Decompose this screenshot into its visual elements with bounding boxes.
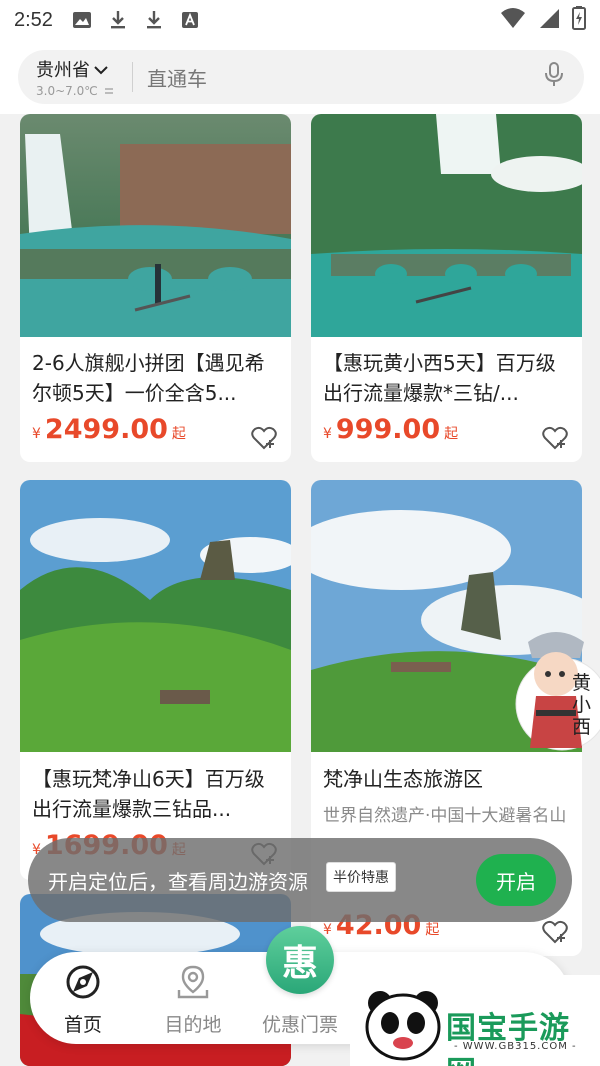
watermark-logo: 国宝手游网 - WWW.GB315.COM - <box>350 975 600 1066</box>
status-bar: 2:52 <box>0 0 600 40</box>
product-card[interactable]: 【惠玩梵净山6天】百万级出行流量爆款三钻品... ¥ 1699.00 起 <box>20 480 291 880</box>
nav-discount-tickets[interactable]: 优惠门票 <box>255 1010 345 1037</box>
card-image-waterfall-bridge <box>311 114 582 337</box>
card-title: 2-6人旗舰小拼团【遇见希尔顿5天】一价全含5... <box>32 351 265 405</box>
divider <box>132 62 133 92</box>
app-notification-icon <box>179 9 201 31</box>
card-title: 梵净山生态旅游区 <box>323 767 483 791</box>
watermark-text: 国宝手游网 <box>446 1011 570 1066</box>
hui-badge-icon[interactable]: 惠 <box>266 926 334 994</box>
signal-icon <box>538 7 560 33</box>
product-card[interactable]: 2-6人旗舰小拼团【遇见希尔顿5天】一价全含5... ¥ 2499.00 起 <box>20 114 291 462</box>
toast-message: 开启定位后，查看周边游资源 <box>48 869 308 894</box>
nav-home[interactable]: 首页 <box>38 964 128 1037</box>
card-image-mountain-peak <box>20 480 291 752</box>
temperature: 3.0~7.0℃ <box>36 84 98 98</box>
image-icon <box>71 9 93 31</box>
compass-icon <box>66 965 100 999</box>
battery-charging-icon <box>572 6 586 34</box>
product-card[interactable]: 【惠玩黄小西5天】百万级出行流量爆款*三钻/... ¥ 999.00 起 <box>311 114 582 462</box>
card-price: ¥ 999.00 起 <box>323 414 459 445</box>
card-price: ¥ 2499.00 起 <box>32 414 186 445</box>
nav-label: 首页 <box>63 1014 102 1036</box>
download-icon <box>107 9 129 31</box>
search-bar[interactable]: 贵州省 3.0~7.0℃ 直通车 <box>18 50 584 104</box>
weather-icon <box>104 84 114 98</box>
card-title: 【惠玩梵净山6天】百万级出行流量爆款三钻品... <box>32 767 265 821</box>
nav-label: 优惠门票 <box>261 1014 338 1036</box>
enable-location-button[interactable]: 开启 <box>476 854 556 906</box>
mascot-huangxiaoxi[interactable]: 黄小西 <box>500 624 600 754</box>
location-name: 贵州省 <box>36 60 90 81</box>
search-input[interactable]: 直通车 <box>147 63 544 92</box>
nav-destination[interactable]: 目的地 <box>148 964 238 1037</box>
download-icon <box>143 9 165 31</box>
card-title: 【惠玩黄小西5天】百万级出行流量爆款*三钻/... <box>323 351 556 405</box>
panda-icon <box>365 991 441 1061</box>
location-permission-toast: 开启定位后，查看周边游资源 开启 <box>28 838 572 922</box>
card-image-waterfall-village <box>20 114 291 337</box>
favorite-heart-icon[interactable] <box>542 426 568 450</box>
watermark-url: - WWW.GB315.COM - <box>454 1041 577 1052</box>
discount-tag: 半价特惠 <box>326 862 396 892</box>
card-subtitle: 世界自然遗产·中国十大避暑名山 <box>323 806 567 826</box>
status-time: 2:52 <box>14 8 53 31</box>
favorite-heart-icon[interactable] <box>542 920 568 944</box>
wifi-icon <box>500 7 526 33</box>
location-selector[interactable]: 贵州省 3.0~7.0℃ <box>18 56 130 98</box>
header: 贵州省 3.0~7.0℃ 直通车 <box>0 40 600 114</box>
nav-label: 目的地 <box>164 1014 222 1036</box>
mascot-label: 黄小西 <box>572 672 592 738</box>
microphone-icon[interactable] <box>544 62 564 92</box>
status-right-icons <box>500 6 586 34</box>
chevron-down-icon <box>94 59 108 80</box>
favorite-heart-icon[interactable] <box>251 426 277 450</box>
map-pin-icon <box>177 965 209 999</box>
